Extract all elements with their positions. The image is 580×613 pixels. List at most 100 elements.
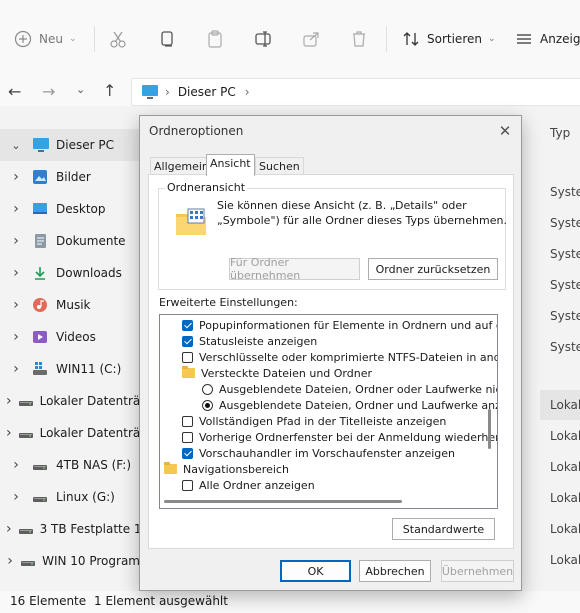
recent-chevron-icon[interactable]: ⌄ bbox=[76, 83, 85, 96]
radio-button[interactable] bbox=[202, 399, 213, 411]
option-label: Vorschauhandler im Vorschaufenster anzei… bbox=[199, 446, 456, 460]
monitor-icon bbox=[142, 85, 158, 99]
sort-button[interactable]: Sortieren ⌄ bbox=[402, 25, 496, 53]
sidebar-item-label: Linux (G:) bbox=[56, 490, 115, 504]
sidebar-item-label: Lokaler Datenträ bbox=[39, 426, 140, 440]
paste-button[interactable] bbox=[205, 25, 225, 53]
close-icon[interactable]: ✕ bbox=[496, 122, 514, 140]
sidebar-item[interactable]: › WIN 10 Program bbox=[0, 545, 140, 577]
drive-icon bbox=[20, 553, 36, 569]
radio-option[interactable]: Ausgeblendete Dateien, Ordner oder Laufw… bbox=[202, 381, 497, 397]
chevron-right-icon[interactable]: › bbox=[6, 329, 26, 345]
checkbox-option[interactable]: Vorschauhandler im Vorschaufenster anzei… bbox=[182, 445, 455, 461]
ok-button[interactable]: OK bbox=[280, 560, 351, 582]
chevron-right-icon[interactable]: › bbox=[6, 489, 26, 505]
scrollbar-thumb[interactable] bbox=[164, 500, 402, 503]
sidebar-item[interactable]: › Videos bbox=[0, 321, 140, 353]
address-bar[interactable]: › Dieser PC › bbox=[131, 78, 580, 106]
sidebar-item[interactable]: › Downloads bbox=[0, 257, 140, 289]
item-count: 16 Elemente bbox=[10, 594, 87, 608]
list-item-type: Syster bbox=[550, 247, 580, 261]
radio-button[interactable] bbox=[202, 383, 213, 395]
checkbox-option[interactable]: Alle Ordner anzeigen bbox=[182, 477, 315, 493]
pictures-icon bbox=[32, 169, 50, 185]
option-label: Vorherige Ordnerfenster bei der Anmeldun… bbox=[199, 430, 497, 444]
music-icon bbox=[32, 297, 50, 313]
sidebar-item[interactable]: › Musik bbox=[0, 289, 140, 321]
group-title: Ordneransicht bbox=[165, 181, 248, 194]
list-item-type: Syster bbox=[550, 340, 580, 354]
option-label: Navigationsbereich bbox=[183, 462, 289, 476]
sidebar-item[interactable]: › Linux (G:) bbox=[0, 481, 140, 513]
back-arrow-icon[interactable]: ← bbox=[8, 82, 21, 101]
rename-button[interactable] bbox=[253, 25, 273, 53]
share-button[interactable] bbox=[301, 25, 321, 53]
sidebar-item-label: WIN11 (C:) bbox=[56, 362, 122, 376]
checkbox-option[interactable]: Vorherige Ordnerfenster bei der Anmeldun… bbox=[182, 429, 497, 445]
chevron-right-icon[interactable]: › bbox=[6, 169, 26, 185]
view-button[interactable]: Anzeigen bbox=[515, 25, 580, 53]
reset-folders-button[interactable]: Ordner zurücksetzen bbox=[368, 258, 498, 280]
horizontal-scrollbar[interactable] bbox=[160, 495, 483, 507]
windows-drive-icon bbox=[32, 361, 50, 377]
advanced-settings-tree: Popupinformationen für Elemente in Ordne… bbox=[159, 314, 498, 509]
sidebar-item[interactable]: › Desktop bbox=[0, 193, 140, 225]
option-label: Verschlüsselte oder komprimierte NTFS-Da… bbox=[199, 350, 498, 364]
chevron-right-icon[interactable]: › bbox=[6, 521, 12, 537]
radio-option[interactable]: Ausgeblendete Dateien, Ordner und Laufwe… bbox=[202, 397, 497, 413]
checkbox[interactable] bbox=[182, 447, 193, 459]
chevron-right-icon[interactable]: › bbox=[6, 201, 26, 217]
cancel-button[interactable]: Abbrechen bbox=[359, 560, 431, 582]
checkbox-option[interactable]: Verschlüsselte oder komprimierte NTFS-Da… bbox=[182, 349, 498, 365]
checkbox-option[interactable]: Popupinformationen für Elemente in Ordne… bbox=[182, 317, 497, 333]
new-button[interactable]: Neu ⌄ bbox=[14, 25, 77, 53]
apply-to-folders-button[interactable]: Für Ordner übernehmen bbox=[229, 256, 360, 282]
apply-button[interactable]: Übernehmen bbox=[441, 560, 514, 582]
chevron-down-icon[interactable]: ⌄ bbox=[6, 139, 26, 152]
sidebar-item-label: Bilder bbox=[56, 170, 91, 184]
checkbox[interactable] bbox=[182, 335, 193, 347]
chevron-right-icon[interactable]: › bbox=[6, 457, 26, 473]
up-arrow-icon[interactable]: ↑ bbox=[103, 81, 116, 100]
vertical-scrollbar[interactable] bbox=[483, 315, 497, 495]
checkbox[interactable] bbox=[182, 431, 193, 443]
list-item-type: Lokal bbox=[550, 429, 580, 443]
sidebar-item[interactable]: › WIN11 (C:) bbox=[0, 353, 140, 385]
checkbox[interactable] bbox=[182, 319, 193, 331]
cut-button[interactable] bbox=[108, 25, 128, 53]
address-location[interactable]: Dieser PC bbox=[178, 85, 236, 99]
checkbox[interactable] bbox=[182, 351, 193, 363]
tab-panel-view: Ordneransicht Sie können diese Ansicht (… bbox=[148, 174, 514, 549]
checkbox[interactable] bbox=[182, 479, 193, 491]
sidebar-item[interactable]: › Lokaler Datenträ bbox=[0, 417, 140, 449]
checkbox-option[interactable]: Statusleiste anzeigen bbox=[182, 333, 317, 349]
column-header-type[interactable]: Typ bbox=[550, 126, 570, 140]
scrollbar-thumb[interactable] bbox=[488, 409, 491, 449]
chevron-right-icon[interactable]: › bbox=[6, 553, 14, 569]
chevron-right-icon[interactable]: › bbox=[6, 265, 26, 281]
sidebar-item[interactable]: › Dokumente bbox=[0, 225, 140, 257]
folder-view-icon bbox=[176, 208, 206, 235]
chevron-right-icon[interactable]: › bbox=[6, 297, 26, 313]
copy-button[interactable] bbox=[157, 25, 177, 53]
chevron-right-icon[interactable]: › bbox=[6, 361, 26, 377]
sidebar-item[interactable]: › 3 TB Festplatte 1 bbox=[0, 513, 140, 545]
sidebar-item[interactable]: ⌄ Dieser PC bbox=[0, 129, 140, 161]
chevron-down-icon: ⌄ bbox=[68, 34, 77, 44]
tab-view[interactable]: Ansicht bbox=[206, 154, 255, 176]
checkbox[interactable] bbox=[182, 415, 193, 427]
restore-defaults-button[interactable]: Standardwerte bbox=[392, 518, 495, 540]
sidebar-item[interactable]: › 4TB NAS (F:) bbox=[0, 449, 140, 481]
sidebar-item-label: Musik bbox=[56, 298, 91, 312]
sidebar-item[interactable]: › Lokaler Datenträ bbox=[0, 385, 140, 417]
chevron-right-icon[interactable]: › bbox=[6, 393, 12, 409]
divider bbox=[94, 26, 95, 52]
forward-arrow-icon[interactable]: → bbox=[42, 82, 55, 101]
sidebar-item[interactable]: › Bilder bbox=[0, 161, 140, 193]
list-item-type: Syster bbox=[550, 309, 580, 323]
chevron-right-icon: › bbox=[244, 85, 250, 99]
chevron-right-icon[interactable]: › bbox=[6, 233, 26, 249]
checkbox-option[interactable]: Vollständigen Pfad in der Titelleiste an… bbox=[182, 413, 446, 429]
delete-button[interactable] bbox=[349, 25, 369, 53]
chevron-right-icon[interactable]: › bbox=[6, 425, 12, 441]
